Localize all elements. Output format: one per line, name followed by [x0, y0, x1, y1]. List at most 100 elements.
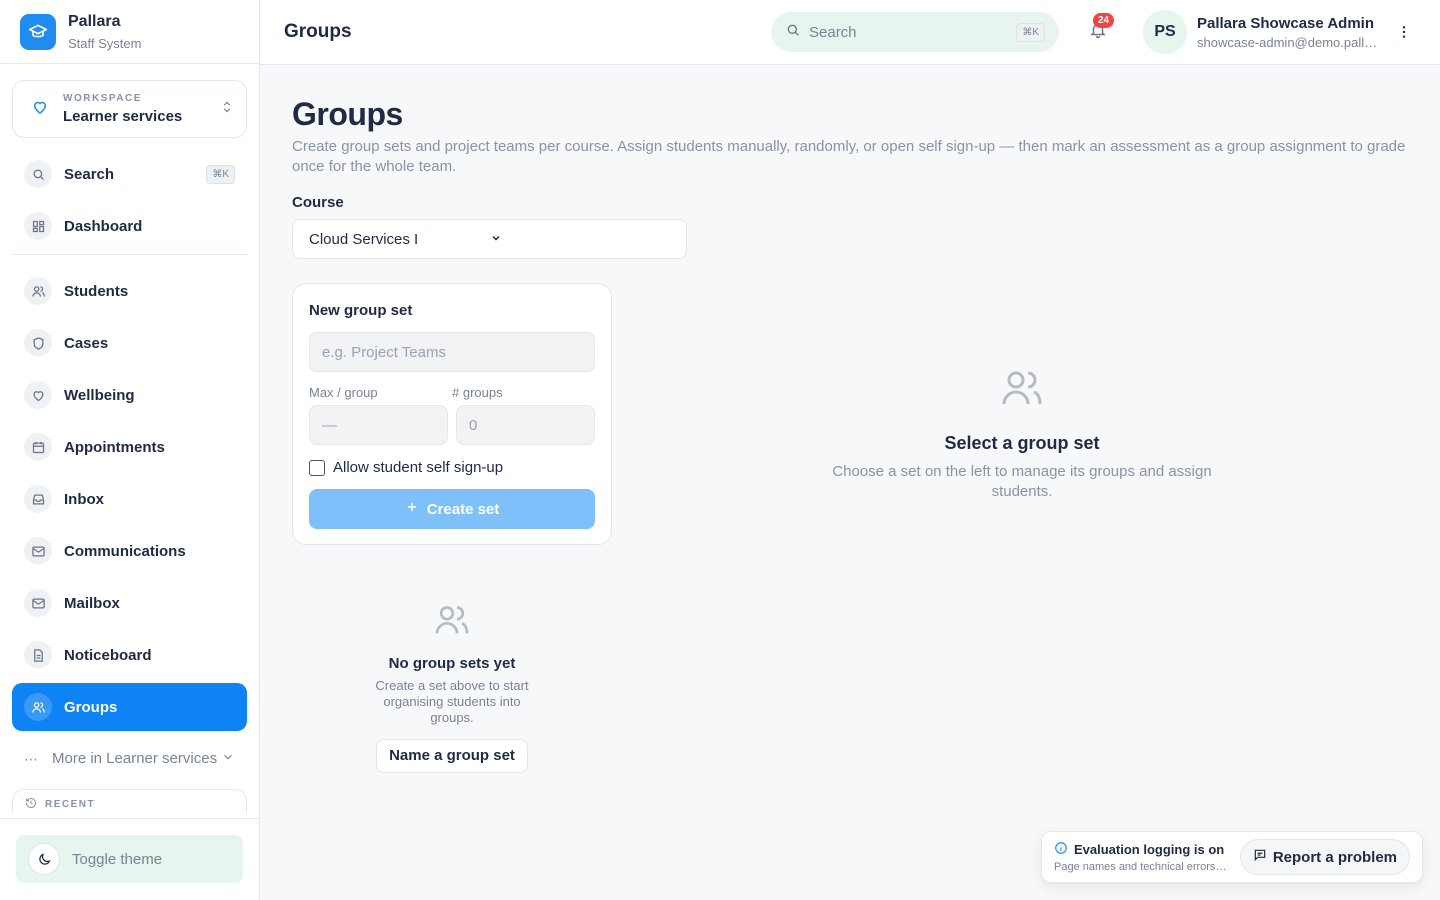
users-icon [24, 277, 52, 305]
sidebar-item-label: Cases [64, 334, 109, 352]
page-title: Groups [292, 96, 403, 132]
course-label: Course [292, 194, 344, 211]
brand: Pallara Staff System [0, 0, 259, 64]
prompt-title: Select a group set [944, 433, 1100, 453]
recent-label: RECENT [45, 799, 96, 810]
empty-title: No group sets yet [388, 655, 516, 672]
sidebar-item-label: Search [64, 165, 115, 183]
sidebar-footer: Toggle theme [0, 818, 259, 900]
heart-icon [24, 381, 52, 409]
page-description: Create group sets and project teams per … [292, 138, 1406, 175]
toggle-theme-button[interactable]: Toggle theme [16, 835, 243, 883]
workspace-label: WORKSPACE [63, 93, 142, 104]
group-count-input[interactable]: 0 [456, 405, 595, 445]
shortcut-badge: ⌘K [1016, 22, 1045, 42]
toast-title: Evaluation logging is on [1074, 842, 1225, 857]
sidebar-item-label: Communications [64, 542, 186, 560]
ellipsis-icon: ⋯ [24, 750, 38, 767]
more-vertical-icon[interactable] [1392, 20, 1416, 44]
sidebar-item-label: Groups [64, 698, 118, 716]
recent-section: RECENT [12, 789, 247, 813]
more-section-toggle[interactable]: ⋯ More in Learner services [12, 735, 247, 783]
moon-icon [28, 843, 60, 875]
sidebar-item-cases[interactable]: Cases [12, 319, 247, 367]
sidebar-item-groups[interactable]: Groups [12, 683, 247, 731]
user-email: showcase-admin@demo.pallara.edu [1197, 34, 1382, 50]
more-label: More in Learner services [52, 750, 218, 767]
search-icon [785, 22, 801, 43]
sidebar-divider [12, 254, 247, 255]
sidebar-item-search[interactable]: Search ⌘K [12, 150, 247, 198]
users-icon [24, 693, 52, 721]
history-icon [25, 796, 37, 814]
search-input[interactable] [809, 23, 1017, 41]
no-group-sets-empty-state: No group sets yet Create a set above to … [292, 600, 612, 773]
self-signup-label: Allow student self sign-up [333, 459, 504, 476]
sidebar-item-dashboard[interactable]: Dashboard [12, 202, 247, 250]
sidebar-item-communications[interactable]: Communications [12, 527, 247, 575]
self-signup-row[interactable]: Allow student self sign-up [309, 459, 595, 476]
sidebar-item-label: Mailbox [64, 594, 120, 612]
sidebar-item-students[interactable]: Students [12, 267, 247, 315]
dashboard-icon [24, 212, 52, 240]
new-group-set-card: New group set e.g. Project Teams Max / g… [292, 283, 612, 545]
empty-description: Create a set above to start organising s… [375, 678, 529, 725]
message-square-icon [1253, 848, 1267, 866]
sidebar-item-noticeboard[interactable]: Noticeboard [12, 631, 247, 679]
sidebar-item-inbox[interactable]: Inbox [12, 475, 247, 523]
inbox-icon [24, 485, 52, 513]
users-icon [998, 371, 1046, 416]
sidebar-item-label: Noticeboard [64, 646, 152, 664]
sidebar-item-label: Wellbeing [64, 386, 135, 404]
prompt-description: Choose a set on the left to manage its g… [832, 463, 1212, 500]
toggle-theme-label: Toggle theme [72, 850, 163, 868]
self-signup-checkbox[interactable] [309, 459, 325, 476]
chevron-down-icon [221, 750, 235, 769]
course-select[interactable]: Cloud Services I [292, 219, 687, 259]
sidebar: Pallara Staff System WORKSPACE Learner s… [0, 0, 260, 900]
shortcut-badge: ⌘K [206, 164, 235, 184]
search-icon [24, 160, 52, 188]
user-name: Pallara Showcase Admin [1197, 14, 1375, 32]
workspace-switcher[interactable]: WORKSPACE Learner services [12, 80, 247, 138]
name-group-set-button[interactable]: Name a group set [376, 739, 528, 773]
evaluation-logging-toast: Evaluation logging is on Page names and … [1041, 831, 1423, 883]
avatar[interactable]: PS [1143, 10, 1187, 54]
card-title: New group set [309, 302, 413, 319]
notification-count-badge: 24 [1093, 13, 1115, 28]
create-set-button[interactable]: Create set [309, 489, 595, 529]
sidebar-item-appointments[interactable]: Appointments [12, 423, 247, 471]
document-icon [24, 641, 52, 669]
sidebar-item-wellbeing[interactable]: Wellbeing [12, 371, 247, 419]
chevron-updown-icon [220, 100, 234, 119]
report-problem-button[interactable]: Report a problem [1239, 839, 1410, 875]
group-count-label: # groups [452, 385, 503, 400]
brand-subtitle: Staff System [68, 35, 142, 51]
max-per-group-label: Max / group [309, 385, 378, 400]
sidebar-item-label: Appointments [64, 438, 165, 456]
calendar-icon [24, 433, 52, 461]
plus-icon [405, 500, 419, 518]
workspace-value: Learner services [63, 108, 183, 125]
chevron-down-icon [490, 231, 671, 248]
create-set-label: Create set [426, 500, 500, 518]
brand-name: Pallara [68, 12, 121, 30]
toast-subtitle: Page names and technical errors are reco… [1054, 861, 1228, 873]
sidebar-item-label: Dashboard [64, 217, 143, 235]
users-icon [432, 606, 472, 644]
shield-icon [24, 329, 52, 357]
course-select-value: Cloud Services I [309, 230, 419, 248]
report-problem-label: Report a problem [1272, 848, 1397, 866]
global-search[interactable]: ⌘K [771, 12, 1059, 52]
group-set-name-input[interactable]: e.g. Project Teams [309, 332, 595, 372]
notifications-button[interactable]: 24 [1083, 13, 1115, 47]
info-icon [1054, 841, 1068, 858]
sidebar-item-mailbox[interactable]: Mailbox [12, 579, 247, 627]
mail-icon [24, 537, 52, 565]
sidebar-item-label: Inbox [64, 490, 104, 508]
mail-icon [24, 589, 52, 617]
max-per-group-input[interactable]: — [309, 405, 448, 445]
sidebar-item-label: Students [64, 282, 129, 300]
top-bar: Groups ⌘K 24 PS Pallara Showcase Admin s… [260, 0, 1440, 65]
user-info[interactable]: Pallara Showcase Admin showcase-admin@de… [1197, 15, 1382, 50]
